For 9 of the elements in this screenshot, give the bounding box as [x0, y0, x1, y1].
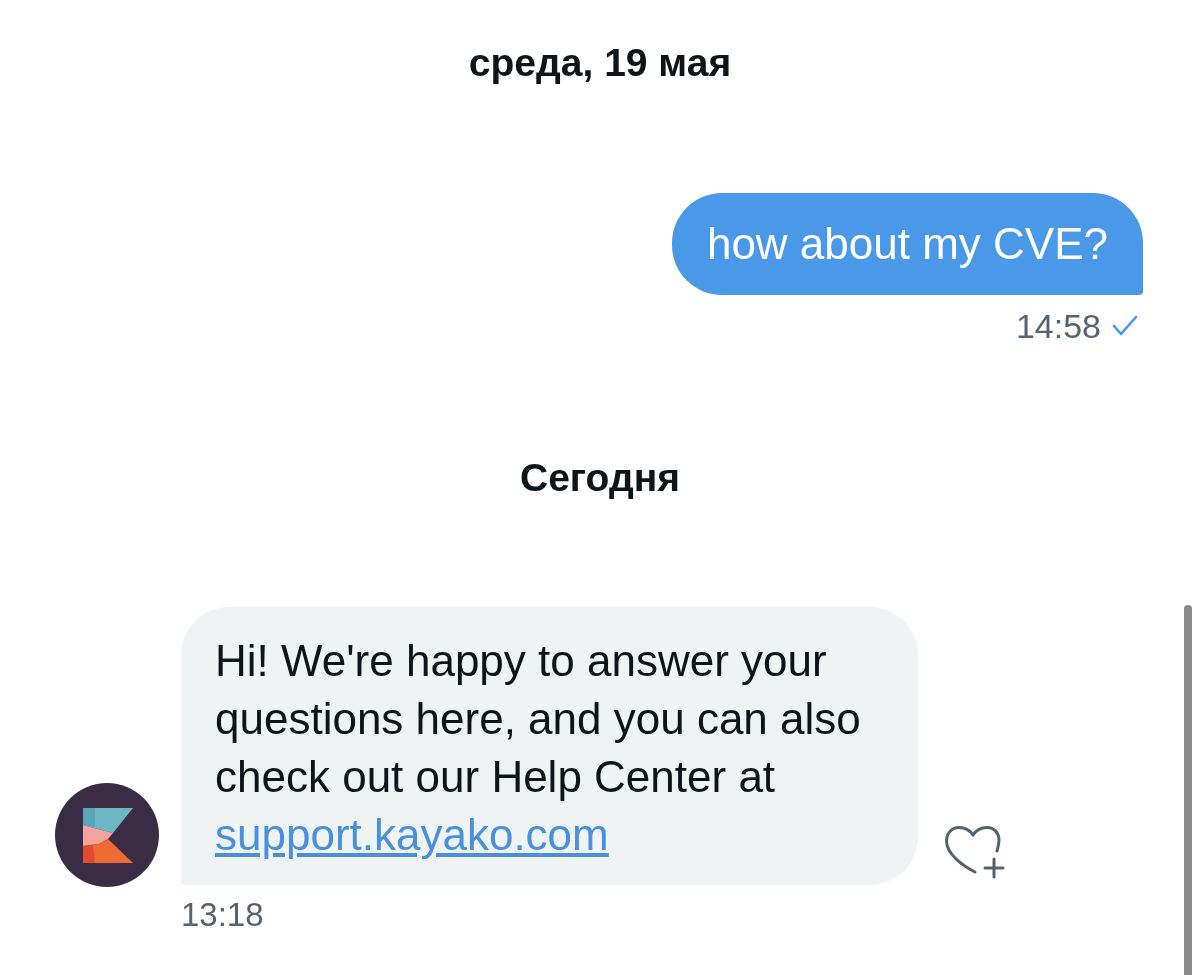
link[interactable]: support.kayako.com	[215, 810, 609, 859]
message-text: how about my CVE?	[706, 221, 1108, 267]
timestamp: 14:58	[1015, 306, 1101, 346]
timestamp: 13:18	[181, 896, 264, 933]
date-header: среда, 19 мая	[468, 40, 732, 86]
message-text: Hi! We're happy to answer your questions here, and you can also check out our Help Center at support.kayako.com	[215, 635, 862, 861]
date-header: Сегодня	[520, 455, 680, 501]
heart-plus-icon[interactable]	[945, 826, 1005, 880]
avatar-icon	[55, 783, 159, 887]
